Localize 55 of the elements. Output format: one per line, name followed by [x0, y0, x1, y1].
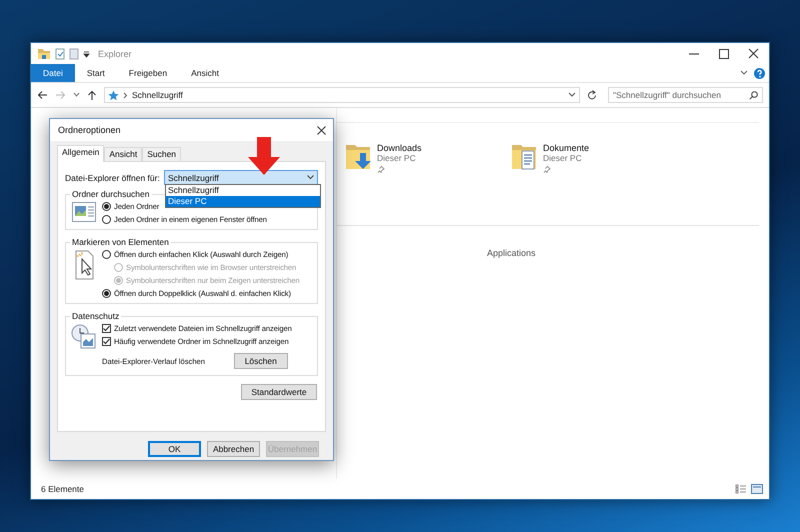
radio-button[interactable] — [102, 250, 111, 259]
chevron-down-icon[interactable] — [740, 70, 748, 76]
dialog-button[interactable]: Abbrechen — [207, 441, 260, 457]
section-heading: Applications — [487, 248, 537, 258]
item-name[interactable]: Downloads — [377, 143, 422, 153]
pointer-arrow — [248, 137, 280, 175]
group-title: Ordner durchsuchen — [71, 189, 150, 199]
search-field[interactable]: "Schnellzugriff" durchsuchen — [608, 87, 763, 103]
tab[interactable]: Suchen — [142, 147, 182, 161]
address-text: Schnellzugriff — [132, 90, 184, 100]
close-icon[interactable] — [317, 126, 326, 134]
star-icon — [108, 90, 119, 100]
field-label: Datei-Explorer öffnen für: — [65, 172, 160, 182]
tiles-view-icon[interactable] — [751, 484, 763, 494]
dialog-title: Ordneroptionen — [58, 125, 121, 135]
ribbon-tab[interactable]: Ansicht — [179, 64, 231, 82]
window-title: Explorer — [98, 48, 132, 58]
up-arrow-icon[interactable] — [87, 90, 97, 100]
search-icon — [749, 90, 758, 100]
folder-window-icon — [72, 202, 96, 222]
properties-icon[interactable] — [55, 48, 65, 60]
recent-items-icon — [71, 324, 97, 350]
chevron-right-icon — [123, 92, 128, 98]
status-text: 6 Elemente — [41, 484, 84, 494]
radio-button[interactable] — [102, 202, 111, 211]
address-bar[interactable]: Schnellzugriff — [104, 87, 580, 103]
restore-defaults-button[interactable]: Standardwerte — [241, 384, 317, 400]
checkbox[interactable] — [102, 324, 111, 333]
back-arrow-icon[interactable] — [37, 90, 48, 100]
group-title: Markieren von Elementen — [71, 237, 170, 247]
dropdown-option[interactable]: Schnellzugriff — [166, 185, 320, 196]
group-title: Datenschutz — [71, 311, 120, 321]
tab[interactable]: Ansicht — [104, 147, 142, 161]
chevron-down-icon[interactable] — [73, 92, 80, 98]
folder-icon — [37, 48, 51, 60]
clear-history-button[interactable]: Löschen — [234, 353, 288, 369]
item-location: Dieser PC — [543, 153, 583, 163]
cursor-page-icon — [73, 250, 95, 280]
item-location: Dieser PC — [377, 153, 417, 163]
dialog-button[interactable]: OK — [148, 441, 201, 457]
item-name[interactable]: Dokumente — [543, 143, 590, 153]
details-view-icon[interactable] — [735, 484, 747, 494]
dropdown-option[interactable]: Dieser PC — [166, 196, 320, 207]
radio-button[interactable] — [102, 215, 111, 224]
chevron-down-icon[interactable] — [568, 92, 576, 98]
radio-button[interactable] — [102, 289, 111, 298]
tab[interactable]: Allgemein — [57, 145, 104, 162]
ribbon-tab[interactable]: Freigeben — [116, 64, 180, 82]
dropdown-icon[interactable] — [83, 50, 90, 58]
refresh-icon[interactable] — [587, 90, 597, 100]
help-icon[interactable] — [754, 68, 765, 78]
chevron-down-icon — [307, 175, 314, 180]
ribbon-tab[interactable]: Datei — [31, 64, 75, 82]
ribbon-tab[interactable]: Start — [74, 64, 117, 82]
checkbox[interactable] — [102, 337, 111, 346]
